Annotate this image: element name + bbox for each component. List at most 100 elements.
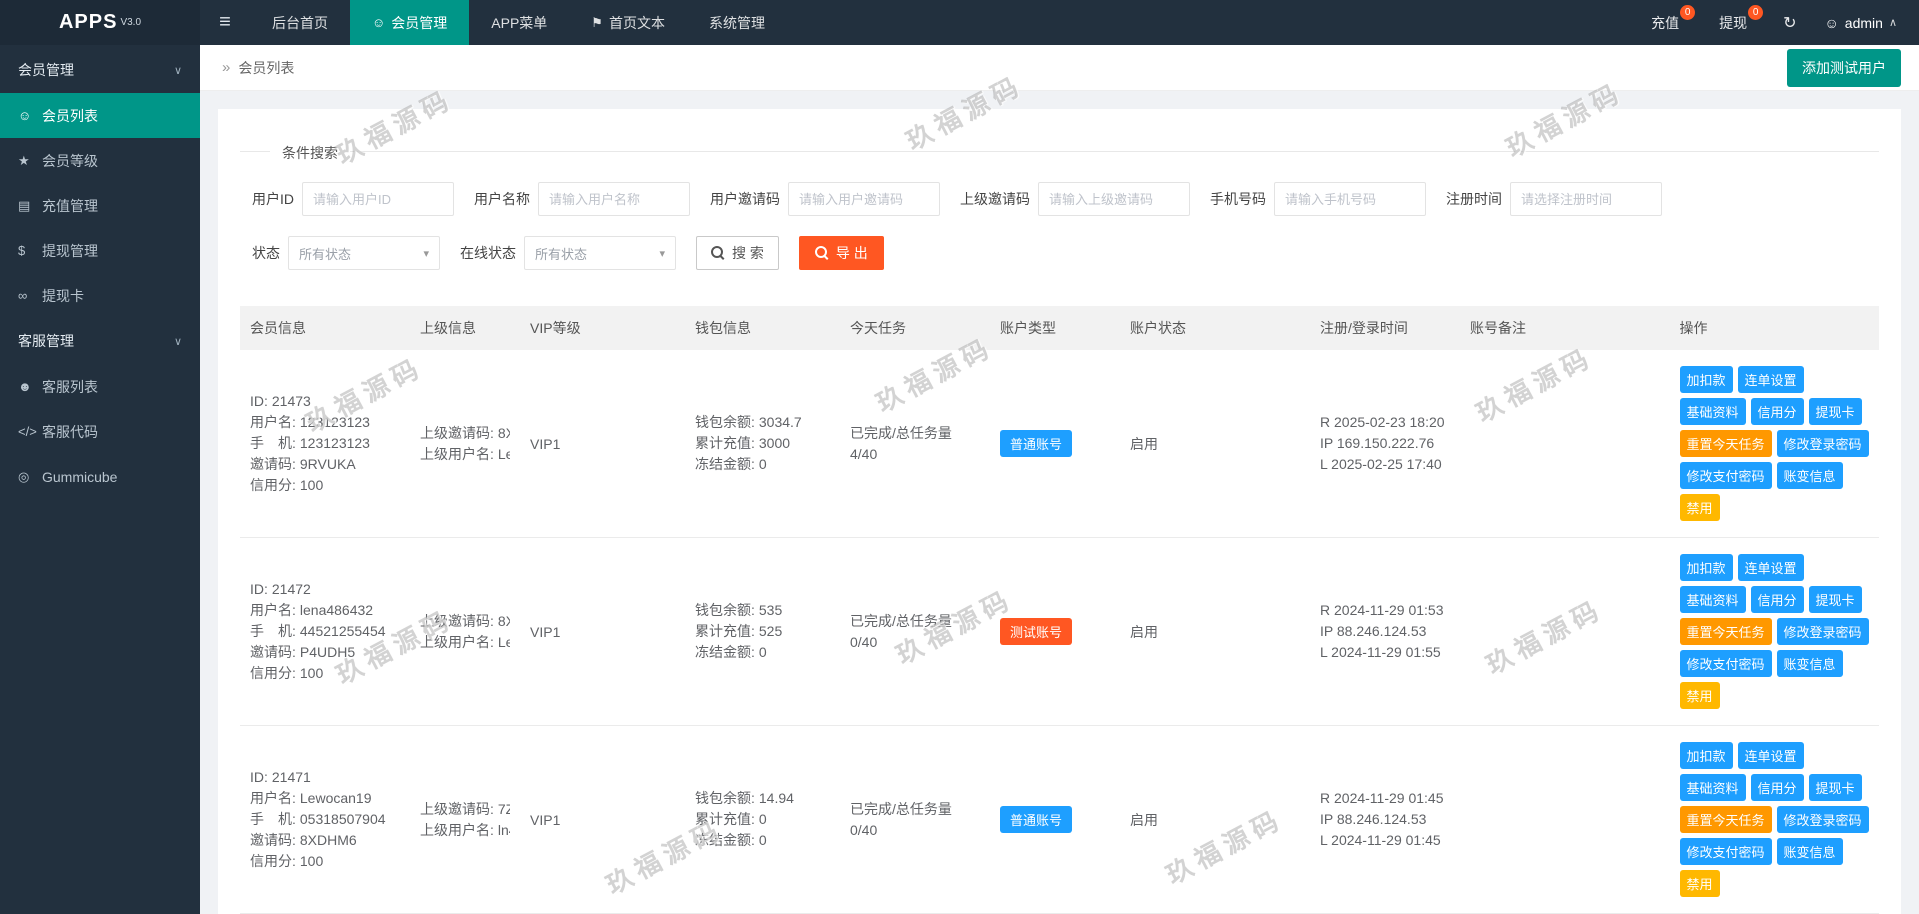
- credit-score-button[interactable]: 信用分: [1751, 774, 1804, 801]
- reset-today-task-button[interactable]: 重置今天任务: [1680, 806, 1772, 833]
- disable-button[interactable]: 禁用: [1680, 870, 1720, 897]
- basic-info-button[interactable]: 基础资料: [1680, 398, 1746, 425]
- disable-button[interactable]: 禁用: [1680, 682, 1720, 709]
- edit-pay-password-button[interactable]: 修改支付密码: [1680, 838, 1772, 865]
- operations-cell: 加扣款连单设置基础资料信用分提现卡重置今天任务修改登录密码修改支付密码账变信息禁…: [1670, 726, 1880, 914]
- table-row: ID:21473 用户名:123123123 手 机:123123123 邀请码…: [240, 350, 1879, 538]
- user-icon: ☺: [18, 108, 42, 123]
- topnav-item[interactable]: ⚑ 首页文本: [569, 0, 687, 45]
- member-username: lena486432: [300, 602, 373, 618]
- chevron-up-icon: ∧: [1889, 16, 1897, 29]
- recharge-nav-item[interactable]: 充值 0: [1631, 0, 1699, 45]
- today-task-cell: 已完成/总任务量 0/40: [840, 726, 990, 914]
- recharge-label: 充值: [1651, 13, 1679, 33]
- sidebar-item[interactable]: $ 提现管理: [0, 228, 200, 273]
- combo-settings-button[interactable]: 连单设置: [1738, 366, 1804, 393]
- recharge-icon: ▤: [18, 198, 42, 214]
- parent-invite-code: 8XDHM6: [498, 425, 510, 441]
- export-button[interactable]: 导 出: [799, 236, 884, 270]
- search-field-input[interactable]: [302, 182, 454, 216]
- withdraw-card-button[interactable]: 提现卡: [1809, 774, 1862, 801]
- search-field-input[interactable]: [788, 182, 940, 216]
- status-select[interactable]: 所有状态 ▾: [288, 236, 440, 270]
- search-field-input[interactable]: [538, 182, 690, 216]
- add-deduct-button[interactable]: 加扣款: [1680, 554, 1733, 581]
- sidebar-item[interactable]: ◎ Gummicube: [0, 454, 200, 499]
- sidebar-item-label: Gummicube: [42, 469, 117, 485]
- register-login-time-cell: R 2025-02-23 18:20 IP 169.150.222.76 L 2…: [1310, 350, 1460, 538]
- reset-today-task-button[interactable]: 重置今天任务: [1680, 618, 1772, 645]
- member-table-head: 会员信息 上级信息 VIP等级 钱包信息 今天任务 账户类型 账户状态: [240, 306, 1879, 350]
- search-field-label: 用户邀请码: [710, 189, 780, 209]
- balance-change-button[interactable]: 账变信息: [1777, 462, 1843, 489]
- search-field-label: 手机号码: [1210, 189, 1266, 209]
- register-time: R 2024-11-29 01:45: [1320, 790, 1444, 806]
- sidebar-item[interactable]: ☺ 会员列表: [0, 93, 200, 138]
- sidebar-item[interactable]: ★ 会员等级: [0, 138, 200, 183]
- withdraw-card-button[interactable]: 提现卡: [1809, 586, 1862, 613]
- refresh-button[interactable]: ↻: [1767, 0, 1812, 45]
- edit-login-password-button[interactable]: 修改登录密码: [1777, 618, 1869, 645]
- search-icon: [711, 246, 725, 260]
- balance-change-button[interactable]: 账变信息: [1777, 650, 1843, 677]
- add-test-user-button[interactable]: 添加测试用户: [1787, 49, 1901, 87]
- last-login-time: L 2024-11-29 01:45: [1320, 832, 1441, 848]
- member-credit-score: 100: [300, 853, 323, 869]
- balance-change-button[interactable]: 账变信息: [1777, 838, 1843, 865]
- edit-login-password-button[interactable]: 修改登录密码: [1777, 430, 1869, 457]
- task-progress: 4/40: [850, 446, 877, 462]
- online-status-select[interactable]: 所有状态 ▾: [524, 236, 676, 270]
- member-list-card: 条件搜索 用户ID 用户名称: [218, 109, 1901, 914]
- recharge-badge: 0: [1680, 5, 1695, 20]
- menu-toggle-icon[interactable]: ≡: [200, 0, 250, 45]
- disable-button[interactable]: 禁用: [1680, 494, 1720, 521]
- topnav-item[interactable]: ☺ 会员管理: [350, 0, 469, 45]
- sidebar-item[interactable]: ☻ 客服列表: [0, 364, 200, 409]
- search-field-input[interactable]: [1510, 182, 1662, 216]
- credit-score-button[interactable]: 信用分: [1751, 398, 1804, 425]
- topnav-item[interactable]: 后台首页: [250, 0, 350, 45]
- basic-info-button[interactable]: 基础资料: [1680, 774, 1746, 801]
- wallet-balance: 14.94: [759, 790, 794, 806]
- credit-score-button[interactable]: 信用分: [1751, 586, 1804, 613]
- wallet-balance: 3034.7: [759, 414, 802, 430]
- add-deduct-button[interactable]: 加扣款: [1680, 742, 1733, 769]
- withdraw-label: 提现: [1719, 13, 1747, 33]
- topnav-item[interactable]: APP菜单: [469, 0, 569, 45]
- ip-address: IP 88.246.124.53: [1320, 811, 1426, 827]
- search-field-input[interactable]: [1038, 182, 1190, 216]
- search-field-input[interactable]: [1274, 182, 1426, 216]
- search-button[interactable]: 搜 索: [696, 236, 779, 270]
- edit-login-password-button[interactable]: 修改登录密码: [1777, 806, 1869, 833]
- account-status-cell: 启用: [1120, 350, 1310, 538]
- member-id: 21471: [272, 769, 311, 785]
- ip-address: IP 169.150.222.76: [1320, 435, 1434, 451]
- combo-settings-button[interactable]: 连单设置: [1738, 742, 1804, 769]
- sidebar-group-service-management[interactable]: 客服管理 ∨: [0, 318, 200, 364]
- sidebar-item[interactable]: ▤ 充值管理: [0, 183, 200, 228]
- last-login-time: L 2024-11-29 01:55: [1320, 644, 1441, 660]
- search-field: 用户邀请码: [710, 182, 940, 216]
- edit-pay-password-button[interactable]: 修改支付密码: [1680, 462, 1772, 489]
- search-field: 上级邀请码: [960, 182, 1190, 216]
- sidebar-group-member-management[interactable]: 会员管理 ∨: [0, 47, 200, 93]
- withdraw-nav-item[interactable]: 提现 0: [1699, 0, 1767, 45]
- add-deduct-button[interactable]: 加扣款: [1680, 366, 1733, 393]
- edit-pay-password-button[interactable]: 修改支付密码: [1680, 650, 1772, 677]
- status-select-value: 所有状态: [299, 244, 351, 263]
- action-buttons: 加扣款连单设置基础资料信用分提现卡重置今天任务修改登录密码修改支付密码账变信息禁…: [1680, 554, 1870, 709]
- sidebar-item[interactable]: </> 客服代码: [0, 409, 200, 454]
- member-table-body: ID:21473 用户名:123123123 手 机:123123123 邀请码…: [240, 350, 1879, 914]
- app-logo: APPS V3.0: [0, 0, 200, 45]
- topnav-item[interactable]: 系统管理: [687, 0, 787, 45]
- sidebar-item[interactable]: ∞ 提现卡: [0, 273, 200, 318]
- chevron-down-icon: ∨: [174, 64, 182, 77]
- search-field-label: 注册时间: [1446, 189, 1502, 209]
- basic-info-button[interactable]: 基础资料: [1680, 586, 1746, 613]
- account-status-cell: 启用: [1120, 538, 1310, 726]
- admin-menu[interactable]: ☺ admin ∧: [1813, 0, 1919, 45]
- withdraw-card-button[interactable]: 提现卡: [1809, 398, 1862, 425]
- recharge-total: 525: [759, 623, 782, 639]
- reset-today-task-button[interactable]: 重置今天任务: [1680, 430, 1772, 457]
- combo-settings-button[interactable]: 连单设置: [1738, 554, 1804, 581]
